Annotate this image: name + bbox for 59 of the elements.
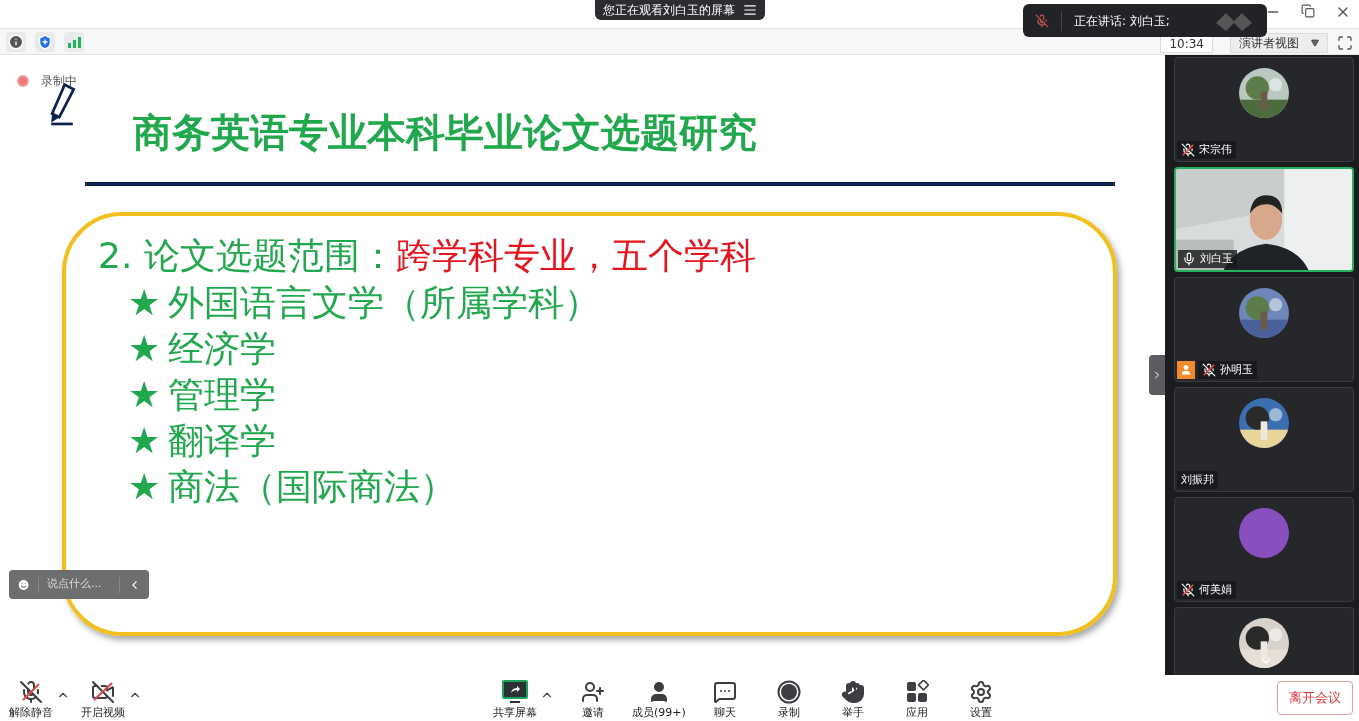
participant-name: 刘白玉: [1200, 250, 1233, 267]
panel-toggle-button[interactable]: [1149, 355, 1165, 395]
toolbar-button[interactable]: 解除静音: [6, 676, 56, 720]
speaker-text: 正在讲话: 刘白玉;: [1074, 12, 1170, 30]
star-bullet: ★: [128, 465, 161, 509]
signal-button[interactable]: [64, 31, 84, 52]
restore-icon[interactable]: [1301, 4, 1315, 18]
toolbar-button[interactable]: 共享屏幕: [490, 676, 540, 720]
participant-tile[interactable]: 刘振邦: [1174, 387, 1354, 492]
fullscreen-icon[interactable]: [1337, 35, 1353, 51]
participant-name: 宋宗伟: [1199, 141, 1232, 158]
slide-item: 经济学: [168, 327, 277, 371]
star-bullet: ★: [128, 327, 161, 371]
share-screen-icon: [502, 680, 528, 704]
toolbar-button[interactable]: 成员(99+): [632, 676, 686, 720]
participant-tile[interactable]: 何美娟: [1174, 497, 1354, 602]
toolbar-button[interactable]: 开启视频: [78, 676, 128, 720]
toolbar-button[interactable]: 聊天: [699, 676, 750, 720]
chat-input-bar[interactable]: 说点什么...: [9, 570, 149, 599]
host-icon: [1177, 361, 1195, 379]
participant-name: 刘振邦: [1181, 471, 1214, 488]
participant-tile[interactable]: 孙明玉: [1174, 277, 1354, 382]
apps-icon: [904, 680, 929, 704]
security-button[interactable]: [35, 31, 55, 52]
slide-item: 商法（国际商法）: [168, 465, 457, 509]
toolbar-button[interactable]: 举手: [827, 676, 878, 720]
toolbar-button[interactable]: 设置: [955, 676, 1006, 720]
banner-text: 您正在观看刘白玉的屏幕: [602, 2, 735, 19]
info-button[interactable]: [6, 31, 26, 52]
slide-heading: 2. 论文选题范围：跨学科专业，五个学科: [98, 234, 757, 278]
hand-icon: [840, 680, 865, 704]
record-icon: [776, 680, 801, 704]
participant-name: 孙明玉: [1220, 361, 1253, 378]
participant-tile[interactable]: 宋宗伟: [1174, 57, 1354, 162]
participant-name: 何美娟: [1199, 581, 1232, 598]
slide-item: 翻译学: [168, 419, 277, 463]
dropdown-caret-icon: [1311, 39, 1319, 47]
slide-title: 商务英语专业本科毕业论文选题研究: [133, 113, 758, 152]
toolbar-button[interactable]: 录制: [763, 676, 814, 720]
invite-icon: [581, 680, 605, 704]
emoji-icon[interactable]: [17, 576, 31, 593]
star-bullet: ★: [128, 281, 161, 325]
toolbar-button[interactable]: 邀请: [568, 676, 618, 720]
leave-meeting-button[interactable]: 离开会议: [1277, 681, 1353, 715]
recording-label: 录制中: [41, 73, 77, 90]
star-bullet: ★: [128, 419, 161, 463]
video-off-icon: [91, 680, 115, 704]
menu-icon[interactable]: [742, 3, 757, 17]
settings-icon: [968, 680, 993, 704]
view-dropdown[interactable]: 演讲者视图: [1230, 33, 1328, 53]
star-bullet: ★: [128, 373, 161, 417]
chat-input-field[interactable]: 说点什么...: [47, 576, 111, 593]
muted-mic-icon: [19, 680, 43, 704]
muted-mic-icon: [1035, 13, 1049, 28]
participant-tile[interactable]: 刘白玉: [1174, 167, 1354, 272]
slide-item: 管理学: [168, 373, 277, 417]
chat-icon: [712, 680, 737, 704]
toolbar-button[interactable]: 应用: [891, 676, 942, 720]
slide-item: 外国语言文学（所属学科）: [168, 281, 601, 325]
